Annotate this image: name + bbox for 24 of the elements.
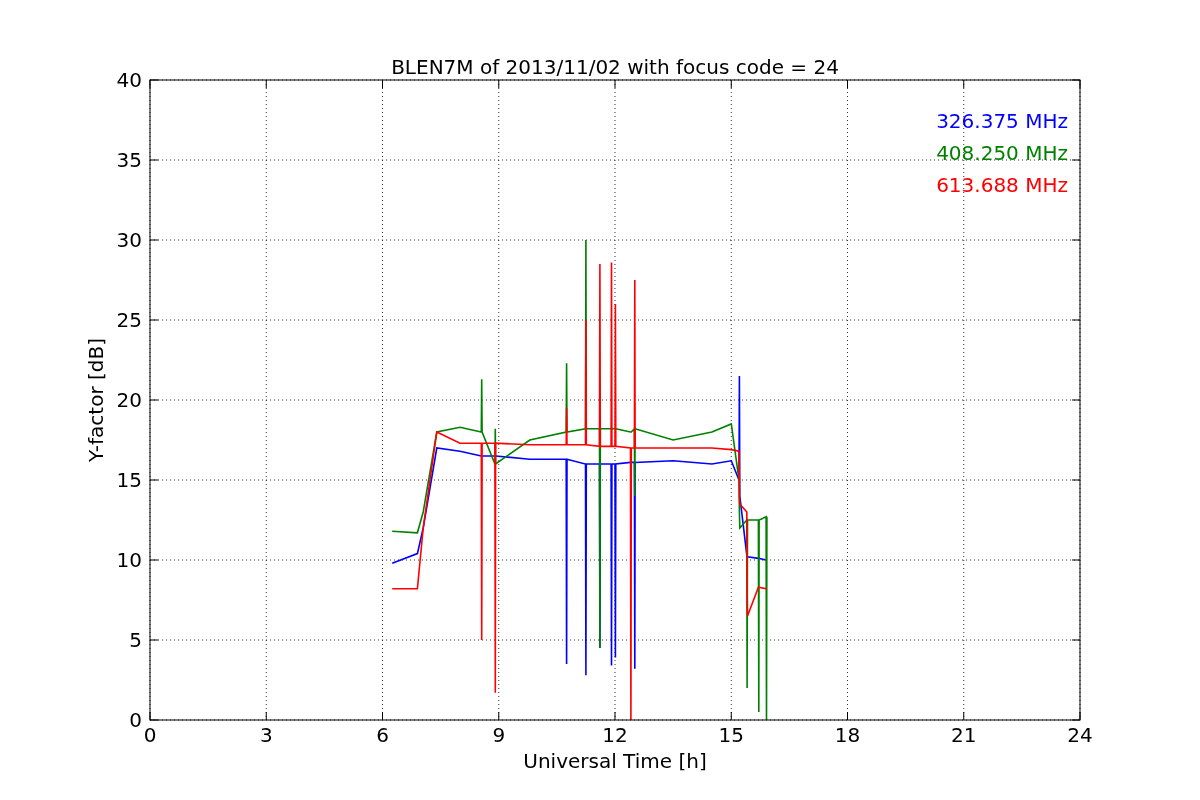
tick-label: 5 [129,628,142,652]
tick-label: 35 [116,148,142,172]
tick-label: 20 [116,388,142,412]
tick-label: 18 [834,723,861,747]
tick-label: 10 [116,548,142,572]
tick-label: 15 [116,468,142,492]
legend-label: 408.250 MHz [936,141,1068,165]
tick-label: 30 [116,228,142,252]
y-axis-label: Y-factor [dB] [84,338,108,462]
x-axis-label: Universal Time [h] [523,749,707,773]
tick-label: 24 [1067,723,1093,747]
tick-label: 0 [129,708,142,732]
tick-label: 6 [376,723,389,747]
tick-label: 3 [259,723,273,747]
tick-label: 0 [143,723,157,747]
tick-label: 25 [116,308,142,332]
tick-label: 21 [951,723,977,747]
legend-label: 326.375 MHz [936,109,1068,133]
tick-label: 40 [116,68,142,92]
tick-label: 15 [718,723,744,747]
tick-label: 12 [602,723,628,747]
chart-title: BLEN7M of 2013/11/02 with focus code = 24 [391,55,839,79]
legend-label: 613.688 MHz [936,173,1068,197]
tick-label: 9 [492,723,506,747]
